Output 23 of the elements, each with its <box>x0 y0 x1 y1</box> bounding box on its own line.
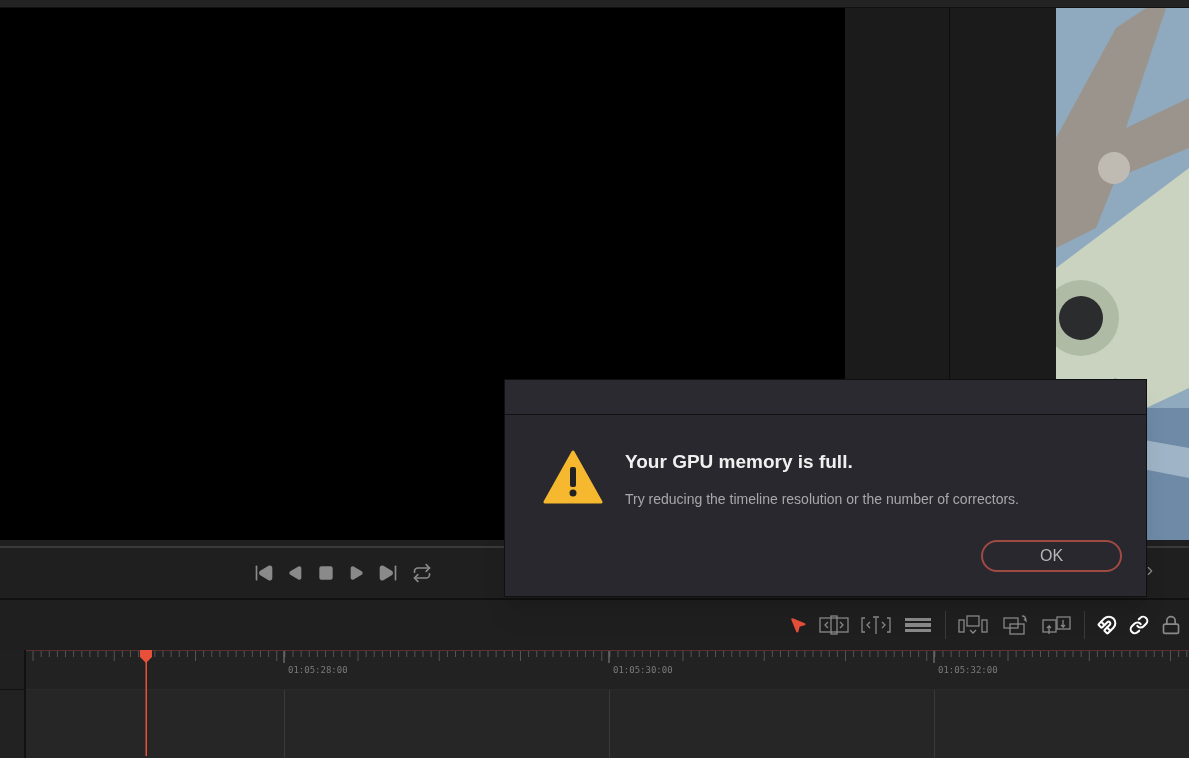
warning-icon <box>543 450 603 504</box>
insert-icon[interactable] <box>958 614 988 636</box>
replace-icon[interactable] <box>1042 614 1072 636</box>
timecode-label: 01:05:28:00 <box>288 664 348 677</box>
dialog-heading: Your GPU memory is full. <box>625 450 854 474</box>
skip-forward-icon[interactable] <box>378 563 398 583</box>
stop-icon[interactable] <box>318 565 334 581</box>
timecode-label: 01:05:30:00 <box>613 664 673 677</box>
loop-icon[interactable] <box>412 563 432 583</box>
timecode-label: 01:05:32:00 <box>938 664 998 677</box>
link-icon[interactable] <box>1129 615 1149 635</box>
skip-back-icon[interactable] <box>254 563 274 583</box>
pointer-icon[interactable] <box>789 616 807 634</box>
magnet-icon[interactable] <box>1097 615 1117 635</box>
play-reverse-icon[interactable] <box>288 565 304 581</box>
trim-icon[interactable] <box>819 614 849 636</box>
dynamic-trim-icon[interactable] <box>861 614 891 636</box>
playhead[interactable] <box>139 650 153 756</box>
overwrite-icon[interactable] <box>1000 614 1030 636</box>
dialog-message: Try reducing the timeline resolution or the number of correctors. <box>625 489 1019 509</box>
ok-button[interactable]: OK <box>981 540 1122 572</box>
lock-icon[interactable] <box>1161 615 1181 635</box>
play-icon[interactable] <box>348 565 364 581</box>
